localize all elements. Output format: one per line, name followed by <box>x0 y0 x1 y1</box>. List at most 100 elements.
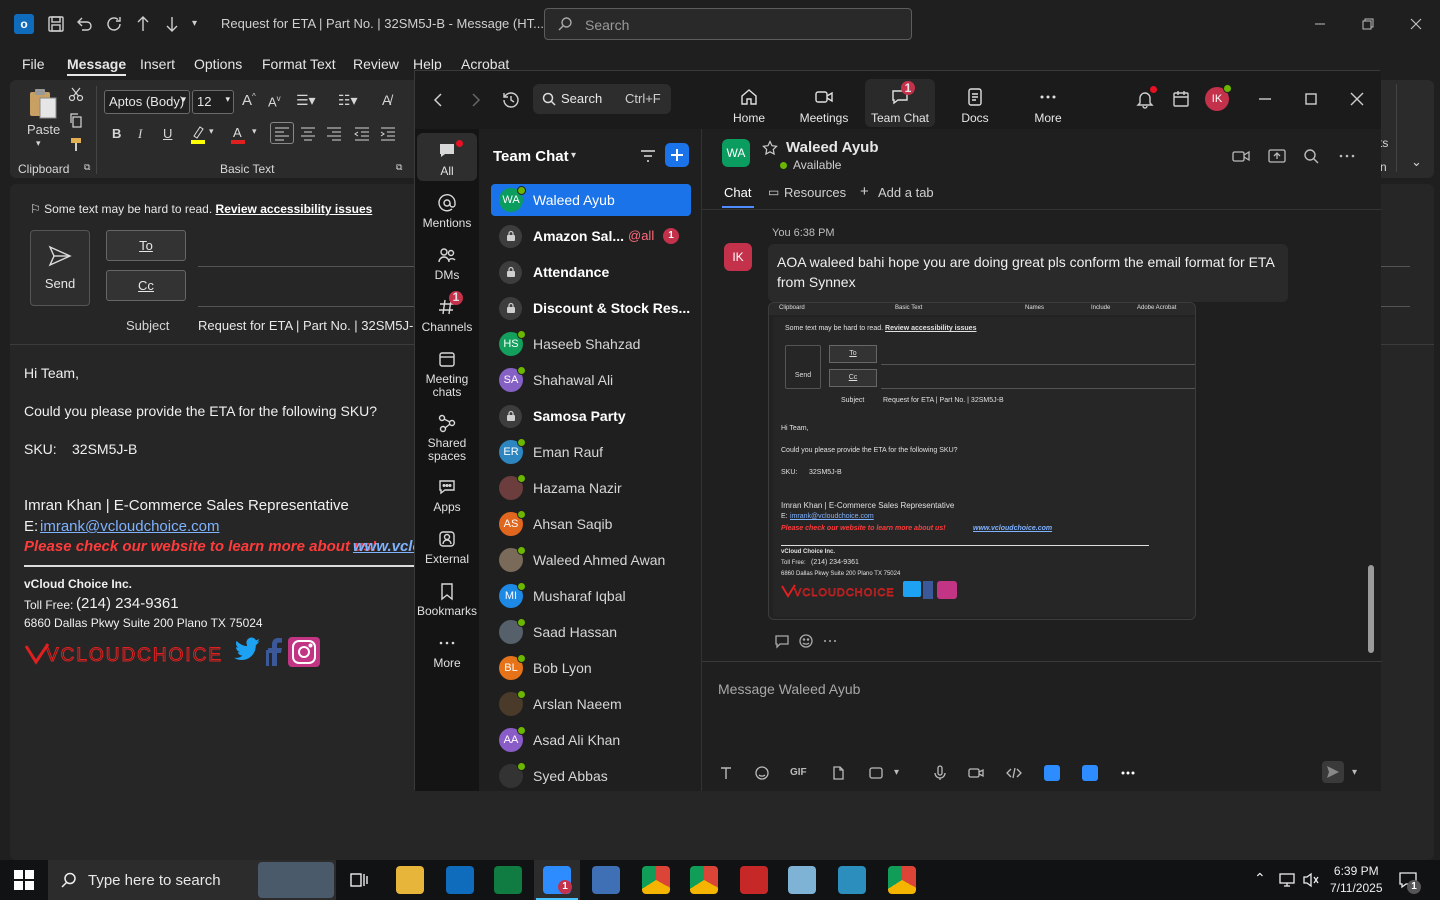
emoji-icon[interactable] <box>754 765 770 781</box>
chat-list-item[interactable]: Samosa Party <box>491 400 691 432</box>
app-tab-more[interactable]: More <box>1013 79 1083 127</box>
paste-label[interactable]: Paste <box>27 122 60 137</box>
zoom-docs-icon[interactable] <box>1082 765 1098 781</box>
send-button[interactable]: Send <box>30 230 90 306</box>
chat-list-item[interactable]: Arslan Naeem <box>491 688 691 720</box>
system-clock[interactable]: 6:39 PM 7/11/2025 <box>1330 863 1383 897</box>
chat-list-item[interactable]: HS Haseeb Shahzad <box>491 328 691 360</box>
clear-formatting-icon[interactable]: A̸ <box>382 92 391 108</box>
cut-icon[interactable] <box>68 86 84 102</box>
outlook-taskbar-icon[interactable] <box>446 866 474 894</box>
tab-file[interactable]: File <box>22 56 45 72</box>
chrome-icon[interactable] <box>642 866 670 894</box>
chat-list-item[interactable]: Hazama Nazir <box>491 472 691 504</box>
tab-options[interactable]: Options <box>194 56 242 72</box>
more-tools-icon[interactable] <box>1120 765 1136 781</box>
video-call-icon[interactable] <box>1232 147 1250 165</box>
windows-start-icon[interactable] <box>14 870 34 890</box>
team-chat-search[interactable]: Search Ctrl+F <box>533 84 671 114</box>
code-snippet-icon[interactable] <box>1006 765 1022 781</box>
rail-item-external[interactable]: External <box>417 529 477 566</box>
bold-icon[interactable]: B <box>112 126 121 141</box>
chrome-profile-icon[interactable] <box>690 866 718 894</box>
scrollbar-thumb[interactable] <box>1368 565 1374 653</box>
rail-item-channels[interactable]: Channels 1 <box>417 291 477 334</box>
rail-item-meeting-chats[interactable]: Meeting chats <box>417 349 477 399</box>
numbering-icon[interactable]: ☷▾ <box>338 92 358 109</box>
attach-file-icon[interactable] <box>830 765 846 781</box>
format-text-icon[interactable] <box>718 765 734 781</box>
file-explorer-icon[interactable] <box>396 866 424 894</box>
chevron-down-icon[interactable]: ▾ <box>894 767 910 783</box>
tab-add[interactable]: Add a tab <box>878 185 934 200</box>
zoom-taskbar-item[interactable]: 1 <box>534 860 580 900</box>
volume-muted-icon[interactable] <box>1302 872 1320 888</box>
copy-icon[interactable] <box>68 112 84 128</box>
chat-list-item[interactable]: MI Musharaf Iqbal <box>491 580 691 612</box>
rail-item-shared-spaces[interactable]: Shared spaces <box>417 413 477 463</box>
chat-list-item[interactable]: AA Asad Ali Khan <box>491 724 691 756</box>
italic-icon[interactable]: I <box>138 126 142 142</box>
decrease-indent-icon[interactable] <box>352 124 372 144</box>
gif-button[interactable]: GIF <box>790 767 814 783</box>
arrow-up-icon[interactable] <box>133 14 153 34</box>
align-right-icon[interactable] <box>324 124 344 144</box>
clipboard-launcher-icon[interactable]: ⧉ <box>84 162 90 173</box>
more-options-icon[interactable] <box>1338 147 1356 165</box>
chat-list-item[interactable]: Attendance <box>491 256 691 288</box>
tab-chat[interactable]: Chat <box>724 185 751 200</box>
app-tab-team-chat[interactable]: Team Chat 1 <box>865 79 935 127</box>
font-name-select[interactable]: Aptos (Body) ▾ <box>104 90 190 114</box>
send-message-button[interactable] <box>1322 761 1344 783</box>
chat-list-title[interactable]: Team Chat <box>493 148 569 165</box>
app-tab-docs[interactable]: Docs <box>940 79 1010 127</box>
minimize-icon[interactable] <box>1310 14 1330 34</box>
app-tab-home[interactable]: Home <box>714 79 784 127</box>
app-icon[interactable] <box>838 866 866 894</box>
cc-button[interactable]: Cc <box>106 270 186 301</box>
outlook-search-box[interactable]: Search <box>544 8 912 40</box>
chat-list-item[interactable]: AS Ahsan Saqib <box>491 508 691 540</box>
rail-item-bookmarks[interactable]: Bookmarks <box>417 581 477 618</box>
twitter-icon[interactable] <box>232 637 262 663</box>
facebook-icon[interactable] <box>266 638 284 666</box>
shrink-font-icon[interactable]: Av <box>268 94 281 109</box>
customize-qat-icon[interactable]: ▾ <box>192 18 212 38</box>
chevron-down-icon[interactable]: ▾ <box>571 150 576 161</box>
taskbar-search[interactable]: Type here to search <box>48 860 336 900</box>
chat-list-item[interactable]: WA Waleed Ayub <box>491 184 691 216</box>
chevron-down-icon[interactable]: ▾ <box>252 126 257 137</box>
history-icon[interactable] <box>501 90 521 110</box>
restore-icon[interactable] <box>1358 14 1378 34</box>
task-view-icon[interactable] <box>350 871 368 889</box>
basic-text-launcher-icon[interactable]: ⧉ <box>396 162 402 173</box>
back-arrow-icon[interactable] <box>429 90 449 110</box>
message-more-icon[interactable] <box>822 633 838 649</box>
zoom-app-icon[interactable] <box>1044 765 1060 781</box>
font-color-icon[interactable]: A <box>230 124 246 144</box>
rail-item-dms[interactable]: DMs <box>417 245 477 282</box>
calculator-icon[interactable] <box>592 866 620 894</box>
tab-resources[interactable]: Resources <box>784 185 846 200</box>
network-icon[interactable] <box>1278 872 1296 888</box>
undo-icon[interactable] <box>74 14 94 34</box>
screenshot-icon[interactable] <box>868 765 884 781</box>
emoji-reaction-icon[interactable] <box>798 633 814 649</box>
maximize-icon[interactable] <box>1301 89 1321 109</box>
increase-indent-icon[interactable] <box>378 124 398 144</box>
format-painter-icon[interactable] <box>68 136 84 152</box>
highlight-icon[interactable] <box>190 124 206 144</box>
chat-list-item[interactable]: Amazon Sal... @all 1 <box>491 220 691 252</box>
scrollbar[interactable] <box>1368 209 1376 653</box>
collapse-ribbon-icon[interactable]: ⌄ <box>1411 154 1422 170</box>
video-message-icon[interactable] <box>968 765 984 781</box>
rail-item-all[interactable]: All <box>417 133 477 181</box>
to-button[interactable]: To <box>106 230 186 261</box>
microphone-icon[interactable] <box>932 765 948 781</box>
subject-field[interactable]: Request for ETA | Part No. | 32SM5J-B <box>198 318 422 333</box>
rail-item-mentions[interactable]: Mentions <box>417 193 477 230</box>
app-tab-meetings[interactable]: Meetings <box>789 79 859 127</box>
filter-icon[interactable] <box>639 147 657 165</box>
star-icon[interactable] <box>762 140 778 156</box>
chat-list-item[interactable]: Waleed Ahmed Awan <box>491 544 691 576</box>
